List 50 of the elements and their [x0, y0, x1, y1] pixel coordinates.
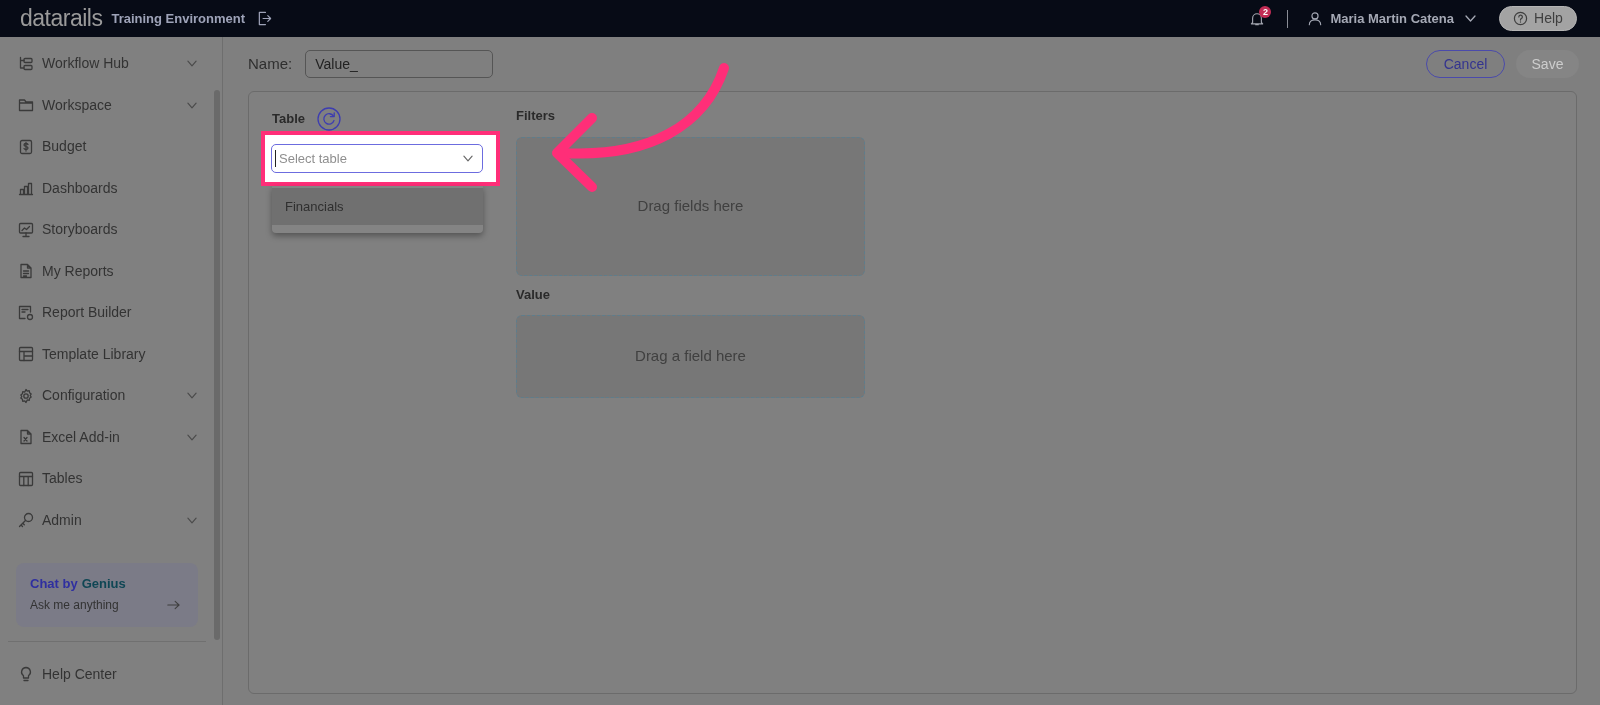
gear-icon — [18, 387, 34, 404]
folder-icon — [18, 97, 34, 114]
sidebar-item[interactable]: Storyboards — [0, 209, 214, 251]
tree-icon — [18, 55, 34, 72]
arrow-right-icon — [167, 600, 180, 610]
dollar-document-icon — [18, 138, 34, 155]
notification-badge: 2 — [1259, 5, 1272, 18]
bell-icon[interactable] — [1250, 10, 1265, 27]
exit-arrow-icon[interactable] — [257, 11, 273, 26]
sidebar-item[interactable]: Template Library — [0, 333, 214, 375]
person-icon — [1308, 11, 1323, 26]
sidebar-item[interactable]: Help Center — [0, 654, 214, 694]
name-input[interactable]: Value_ — [305, 50, 494, 78]
document-icon — [18, 263, 34, 280]
sidebar-item[interactable]: Budget — [0, 126, 214, 168]
bar-chart-icon — [18, 180, 34, 197]
table-icon — [18, 470, 34, 487]
layout-icon — [18, 346, 34, 363]
sidebar-item[interactable]: Tables — [0, 458, 214, 500]
chat-prompt: Ask me anything — [30, 597, 119, 614]
dropdown-option[interactable]: Financials — [272, 188, 483, 225]
chevron-down-icon — [463, 155, 473, 162]
help-icon — [1513, 11, 1529, 26]
document-gear-icon — [18, 304, 34, 321]
presentation-chart-icon — [18, 221, 34, 238]
logo: datarails — [20, 7, 103, 30]
environment-name: Training Environment — [111, 9, 246, 28]
chat-title: Chat by — [30, 575, 78, 593]
sidebar-item[interactable]: Dashboards — [0, 167, 214, 209]
sidebar-item[interactable]: My Reports — [0, 250, 214, 292]
spreadsheet-document-icon — [18, 429, 34, 446]
sidebar-item[interactable]: Report Builder — [0, 292, 214, 334]
key-icon — [18, 512, 34, 529]
user-menu[interactable]: Maria Martin Catena — [1308, 8, 1476, 29]
sidebar-item[interactable]: Admin — [0, 499, 214, 541]
chat-title-accent: Genius — [81, 575, 126, 593]
name-label: Name: — [248, 53, 293, 74]
text-cursor — [275, 150, 276, 167]
sidebar-item[interactable]: Excel Add-in — [0, 416, 214, 458]
section-label: Filters — [516, 107, 556, 125]
lightbulb-icon — [18, 666, 34, 682]
section-label: Table — [272, 110, 305, 129]
help-button[interactable]: Help — [1499, 6, 1577, 31]
section-label: Value — [516, 286, 551, 304]
chevron-down-icon — [1465, 15, 1476, 22]
sidebar-item[interactable]: Workspace — [0, 84, 214, 126]
table-select[interactable]: Select table — [271, 144, 483, 173]
sidebar-item[interactable]: Configuration — [0, 375, 214, 417]
chat-card[interactable]: Chat by Genius Ask me anything — [16, 563, 198, 627]
sidebar-item[interactable]: Workflow Hub — [0, 43, 214, 85]
